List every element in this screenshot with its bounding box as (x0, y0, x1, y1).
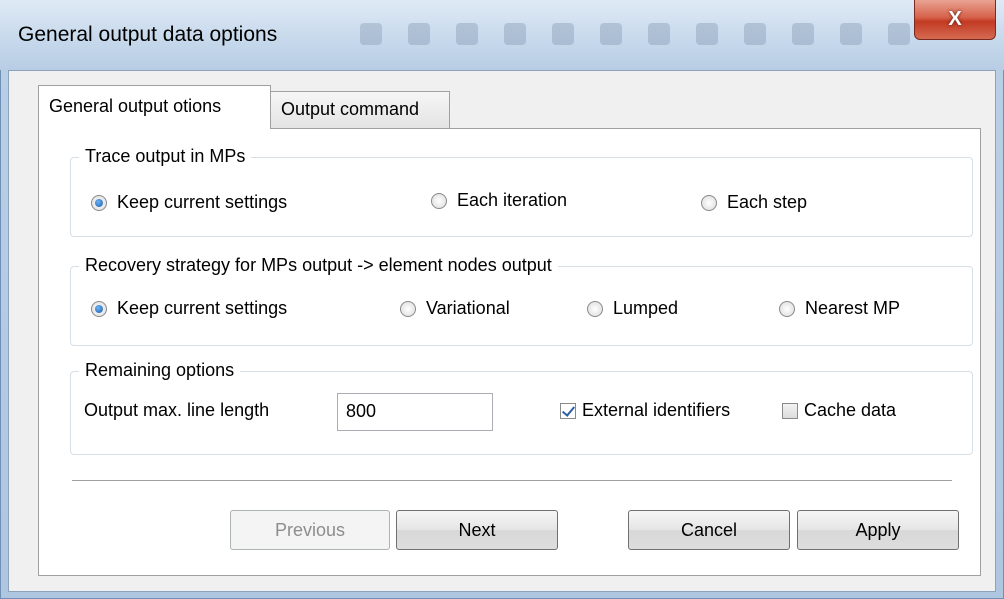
line-length-input[interactable]: 800 (337, 393, 493, 431)
next-button[interactable]: Next (396, 510, 558, 550)
tab-label: General output otions (49, 96, 222, 116)
radio-unselected-icon (587, 300, 603, 317)
cancel-button[interactable]: Cancel (628, 510, 790, 550)
recovery-radio-keep-current[interactable]: Keep current settings (91, 298, 287, 319)
trace-output-group-label: Trace output in MPs (79, 146, 252, 166)
checkbox-label: External identifiers (582, 400, 731, 420)
cache-data-checkbox[interactable]: Cache data (782, 400, 896, 421)
external-identifiers-checkbox[interactable]: External identifiers (560, 400, 730, 421)
trace-radio-each-step[interactable]: Each step (701, 192, 807, 213)
radio-unselected-icon (431, 192, 447, 209)
close-button[interactable]: X (914, 0, 996, 40)
title-bar[interactable]: General output data options X (0, 0, 1004, 70)
separator-line (72, 480, 952, 482)
line-length-label: Output max. line length (84, 400, 270, 420)
radio-label: Keep current settings (117, 192, 288, 212)
window-title: General output data options (18, 23, 278, 46)
radio-label: Keep current settings (117, 298, 288, 318)
recovery-strategy-group-label: Recovery strategy for MPs output -> elem… (79, 255, 558, 275)
radio-unselected-icon (779, 300, 795, 317)
previous-button[interactable]: Previous (230, 510, 390, 550)
radio-label: Variational (426, 298, 510, 318)
title-bar-background-icons (360, 14, 920, 54)
close-icon: X (948, 8, 962, 30)
recovery-radio-variational[interactable]: Variational (400, 298, 510, 319)
radio-unselected-icon (400, 300, 416, 317)
remaining-options-group-label: Remaining options (79, 360, 241, 380)
tab-panel: Trace output in MPs Keep current setting… (38, 128, 981, 576)
radio-unselected-icon (701, 194, 717, 211)
radio-label: Nearest MP (805, 298, 901, 318)
radio-selected-icon (91, 300, 107, 317)
radio-label: Each iteration (457, 190, 568, 210)
recovery-radio-lumped[interactable]: Lumped (587, 298, 678, 319)
tab-output-command[interactable]: Output command (270, 91, 450, 129)
radio-label: Each step (727, 192, 808, 212)
trace-radio-keep-current[interactable]: Keep current settings (91, 192, 287, 213)
checkbox-label: Cache data (804, 400, 897, 420)
tab-label: Output command (281, 99, 420, 119)
apply-button[interactable]: Apply (797, 510, 959, 550)
checkbox-checked-icon (560, 402, 576, 419)
trace-radio-each-iteration[interactable]: Each iteration (431, 190, 567, 211)
checkbox-unchecked-icon (782, 402, 798, 419)
tab-general-output-options[interactable]: General output otions (38, 85, 271, 129)
dialog-client-area: General output otions Output command Tra… (8, 70, 996, 592)
recovery-radio-nearest-mp[interactable]: Nearest MP (779, 298, 900, 319)
radio-label: Lumped (613, 298, 679, 318)
radio-selected-icon (91, 194, 107, 211)
